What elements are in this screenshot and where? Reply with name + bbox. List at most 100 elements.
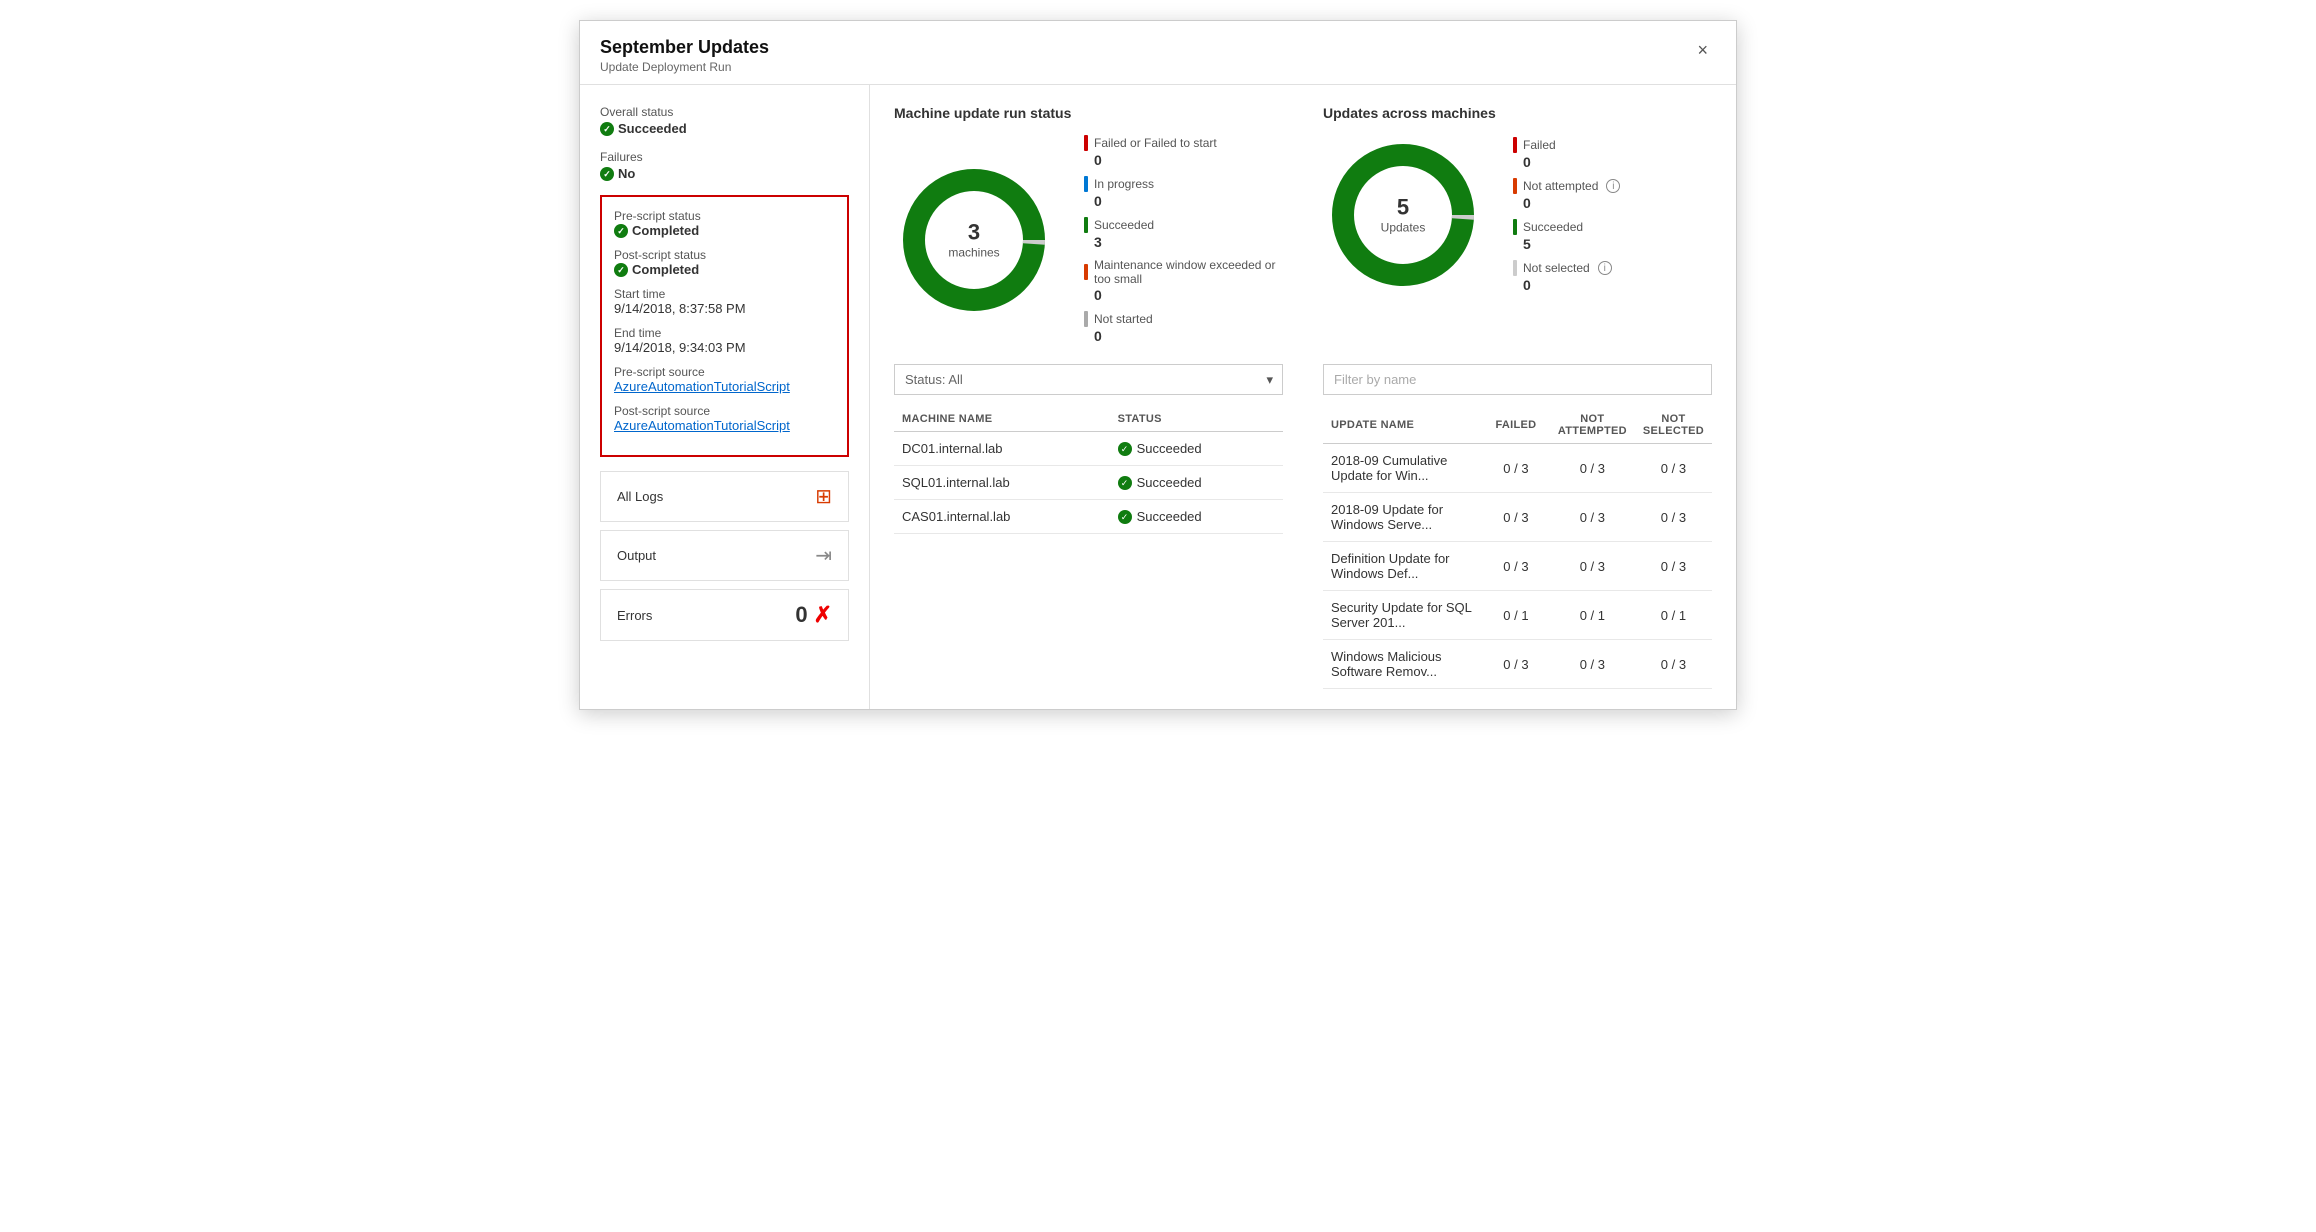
legend-name: In progress [1094,177,1154,191]
table-row: SQL01.internal.lab ✓ Succeeded [894,466,1283,500]
machine-table-section: Status: All Succeeded Failed In Progress… [894,364,1283,689]
update-name-col-header: UPDATE NAME [1323,407,1482,444]
failed-cell: 0 / 3 [1482,542,1550,591]
pre-post-script-box: Pre-script status ✓ Completed Post-scrip… [600,195,849,457]
pre-script-check-icon: ✓ [614,224,628,238]
output-icon: ⇥ [815,543,832,568]
pre-script-status-value: ✓ Completed [614,223,835,238]
not-attempted-cell: 0 / 3 [1550,444,1635,493]
overall-status-value: ✓ Succeeded [600,121,849,136]
status-check-icon: ✓ [1118,442,1132,456]
all-logs-label: All Logs [617,489,663,504]
legend-count: 0 [1094,152,1283,168]
updates-table-section: UPDATE NAME FAILED NOT ATTEMPTED NOT SEL… [1323,364,1712,689]
info-icon[interactable]: i [1598,261,1612,275]
info-icon[interactable]: i [1606,179,1620,193]
errors-count: 0 [795,602,807,628]
failures-section: Failures ✓ No [600,150,849,181]
failures-value: ✓ No [600,166,849,181]
machine-status-col-header: STATUS [1110,407,1283,432]
all-logs-item[interactable]: All Logs ⊞ [600,471,849,522]
failed-cell: 0 / 1 [1482,591,1550,640]
legend-name: Not started [1094,312,1153,326]
machine-legend-item: In progress 0 [1084,176,1283,209]
updates-filter-bar [1323,364,1712,395]
updates-filter-input[interactable] [1323,364,1712,395]
updates-donut-center: 5 Updates [1381,195,1426,236]
failed-cell: 0 / 3 [1482,444,1550,493]
start-time-label: Start time [614,287,835,301]
output-label: Output [617,548,656,563]
table-row: DC01.internal.lab ✓ Succeeded [894,432,1283,466]
errors-label: Errors [617,608,652,623]
errors-x-icon: ✗ [814,602,832,628]
no-failures-icon: ✓ [600,167,614,181]
legend-color-bar [1513,137,1517,153]
legend-color-bar [1084,311,1088,327]
not-attempted-cell: 0 / 3 [1550,640,1635,689]
legend-color-bar [1513,260,1517,276]
legend-color-bar [1084,176,1088,192]
close-button[interactable]: × [1689,37,1716,63]
dialog-subtitle: Update Deployment Run [600,60,769,74]
table-row: Windows Malicious Software Remov... 0 / … [1323,640,1712,689]
dialog-container: September Updates Update Deployment Run … [579,20,1737,710]
machine-table: MACHINE NAME STATUS DC01.internal.lab ✓ … [894,407,1283,534]
logs-section: All Logs ⊞ Output ⇥ Errors 0 ✗ [600,471,849,641]
machine-filter-bar: Status: All Succeeded Failed In Progress… [894,364,1283,395]
table-row: Security Update for SQL Server 201... 0 … [1323,591,1712,640]
tables-row: Status: All Succeeded Failed In Progress… [894,364,1712,689]
legend-name: Failed or Failed to start [1094,136,1217,150]
overall-status-section: Overall status ✓ Succeeded [600,105,849,136]
failures-label: Failures [600,150,849,164]
machine-legend-item: Failed or Failed to start 0 [1084,135,1283,168]
legend-count: 0 [1523,277,1620,293]
update-name-cell: 2018-09 Cumulative Update for Win... [1323,444,1482,493]
errors-item[interactable]: Errors 0 ✗ [600,589,849,641]
end-time-label: End time [614,326,835,340]
updates-legend-item: Not selectedi 0 [1513,260,1620,293]
end-time-value: 9/14/2018, 9:34:03 PM [614,340,835,355]
table-row: 2018-09 Cumulative Update for Win... 0 /… [1323,444,1712,493]
machine-status-cell: ✓ Succeeded [1110,466,1283,500]
legend-count: 3 [1094,234,1283,250]
legend-count: 0 [1094,287,1283,303]
legend-color-bar [1513,178,1517,194]
not-selected-cell: 0 / 3 [1635,542,1712,591]
start-time-value: 9/14/2018, 8:37:58 PM [614,301,835,316]
errors-count-row: 0 ✗ [795,602,832,628]
legend-name: Succeeded [1094,218,1154,232]
end-time-row: End time 9/14/2018, 9:34:03 PM [614,326,835,355]
status-text: Succeeded [1137,475,1202,490]
machine-center-number: 3 [948,219,999,245]
overall-status-label: Overall status [600,105,849,119]
not-selected-cell: 0 / 3 [1635,640,1712,689]
machine-center-label: machines [948,246,999,260]
machine-legend: Failed or Failed to start 0 In progress … [1084,135,1283,344]
updates-donut-wrapper: 5 Updates [1323,135,1483,295]
left-panel: Overall status ✓ Succeeded Failures ✓ No… [580,85,870,709]
updates-chart-section: Updates across machines 5 Updates [1323,105,1712,344]
machine-filter-dropdown-wrapper: Status: All Succeeded Failed In Progress… [894,364,1283,395]
updates-center-number: 5 [1381,195,1426,221]
not-selected-cell: 0 / 3 [1635,493,1712,542]
updates-legend-item: Not attemptedi 0 [1513,178,1620,211]
machine-donut-center: 3 machines [948,219,999,260]
post-script-source-link[interactable]: AzureAutomationTutorialScript [614,418,835,433]
machine-legend-item: Not started 0 [1084,311,1283,344]
post-script-source-row: Post-script source AzureAutomationTutori… [614,404,835,433]
updates-table: UPDATE NAME FAILED NOT ATTEMPTED NOT SEL… [1323,407,1712,689]
status-text: Succeeded [1137,441,1202,456]
not-selected-col-header: NOT SELECTED [1635,407,1712,444]
output-item[interactable]: Output ⇥ [600,530,849,581]
check-icon: ✓ [600,122,614,136]
table-row: Definition Update for Windows Def... 0 /… [1323,542,1712,591]
failed-cell: 0 / 3 [1482,493,1550,542]
pre-script-status-row: Pre-script status ✓ Completed [614,209,835,238]
legend-name: Maintenance window exceeded or too small [1094,258,1283,286]
status-check-icon: ✓ [1118,510,1132,524]
machine-chart-content: 3 machines Failed or Failed to start 0 I… [894,135,1283,344]
machine-status-filter[interactable]: Status: All Succeeded Failed In Progress… [894,364,1283,395]
not-attempted-cell: 0 / 3 [1550,542,1635,591]
pre-script-source-link[interactable]: AzureAutomationTutorialScript [614,379,835,394]
